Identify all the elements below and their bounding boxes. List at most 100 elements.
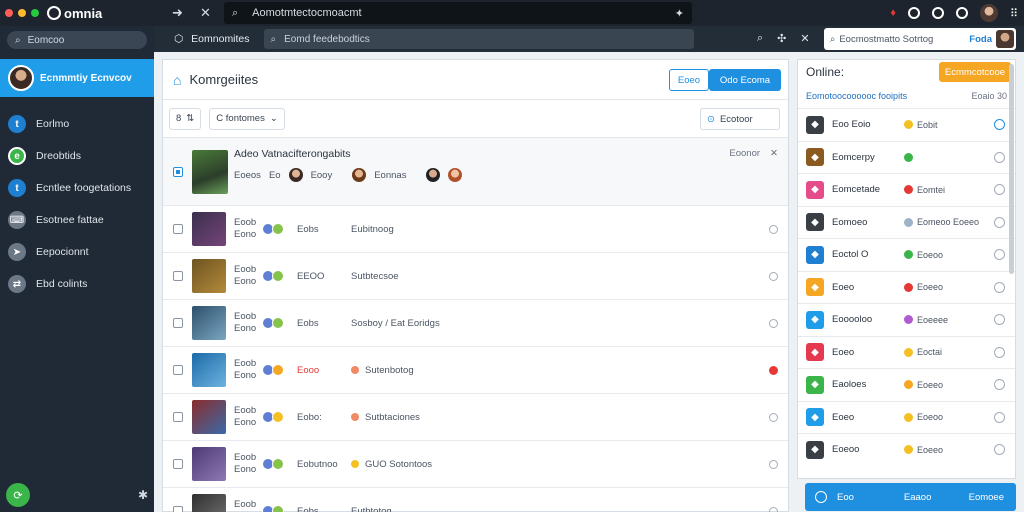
- gear-icon[interactable]: ✱: [138, 488, 148, 502]
- table-row[interactable]: Eoob Eono Eobs Sosboy / Eat Eoridgs: [163, 300, 788, 347]
- invite-button[interactable]: Foda: [969, 34, 992, 45]
- featured-row[interactable]: Adeo Vatnacifterongabits Eoeos Eo Eooy E…: [163, 138, 788, 206]
- row-tags: [262, 223, 284, 235]
- online-action-button[interactable]: Ecmmcotcooe: [939, 62, 1011, 82]
- home-icon[interactable]: ⌂: [173, 72, 181, 88]
- chevron-right-icon[interactable]: [994, 281, 1005, 293]
- secondary-button[interactable]: Eoeo: [669, 69, 709, 91]
- list-item[interactable]: ◆ Eoeo Eoeeo: [798, 270, 1015, 304]
- filter-dropdown[interactable]: C fontomes ⌄: [209, 107, 285, 130]
- list-item[interactable]: ◆ Eoeo Eoeoo: [798, 400, 1015, 434]
- primary-button[interactable]: Odo Ecoma: [709, 69, 781, 91]
- row-status-icon[interactable]: [769, 271, 778, 281]
- chevron-right-icon[interactable]: [994, 249, 1005, 261]
- footer-label-1[interactable]: Eoo: [837, 492, 854, 503]
- list-item[interactable]: ◆ Eooooloo Eoeeee: [798, 303, 1015, 336]
- chevron-right-icon[interactable]: [994, 216, 1005, 228]
- chevron-right-icon[interactable]: [994, 184, 1005, 196]
- chevron-right-icon[interactable]: [994, 314, 1005, 326]
- table-row[interactable]: Eoob Eono Eobo: Sutbtaciones: [163, 394, 788, 441]
- row-type: Eoob Eono: [234, 358, 256, 382]
- app-icon: ◆: [806, 408, 824, 427]
- list-item[interactable]: ◆ Eomcetade Eomtei: [798, 173, 1015, 206]
- status-dot: [351, 460, 359, 468]
- chevron-right-icon[interactable]: [994, 151, 1005, 163]
- list-item[interactable]: ◆ Eomcerpy: [798, 140, 1015, 174]
- footer-label-3[interactable]: Eomoee: [969, 492, 1004, 503]
- list-item[interactable]: ◆ Eaoloes Eoeeo: [798, 368, 1015, 401]
- list-item[interactable]: ◆ Eoeoo Eoeeo: [798, 433, 1015, 466]
- filter-count-chip[interactable]: 8 ⇅: [169, 107, 202, 130]
- maximize-window-dot[interactable]: [31, 9, 39, 17]
- table-row[interactable]: Eoob Eono Eobutnoo GUO Sotontoos: [163, 441, 788, 488]
- pin-icon[interactable]: ✣: [777, 32, 786, 45]
- sidebar-item[interactable]: t Eorlmo: [0, 108, 154, 140]
- online-subtitle[interactable]: Eomotoocoooooc fooipits: [806, 91, 907, 101]
- chevron-right-icon[interactable]: [994, 444, 1005, 456]
- row-status-icon[interactable]: [769, 318, 778, 328]
- scrollbar[interactable]: [1009, 64, 1014, 274]
- list-item-status-text: Eomeoo Eoeeo: [917, 217, 980, 228]
- chevron-right-icon[interactable]: [994, 411, 1005, 423]
- row-status-icon[interactable]: [769, 506, 778, 512]
- table-row[interactable]: Eoob Eono Eooo Sutenbotog: [163, 347, 788, 394]
- close-icon[interactable]: ✕: [200, 5, 211, 21]
- workspace-switcher[interactable]: ⬡ Eomnomites: [174, 33, 250, 45]
- close-window-dot[interactable]: [5, 9, 13, 17]
- row-status-icon[interactable]: [769, 365, 778, 375]
- row-status-icon[interactable]: [769, 412, 778, 422]
- sidebar-item[interactable]: ➤ Eepocionnt: [0, 236, 154, 268]
- search-icon[interactable]: ⌕: [757, 32, 763, 45]
- row-checkbox[interactable]: [173, 506, 183, 512]
- list-item[interactable]: ◆ Eomoeo Eomeoo Eoeeo: [798, 205, 1015, 239]
- invite-input[interactable]: ⌕ Eocmostmatto Sotrtog Foda: [824, 28, 1016, 50]
- url-bar[interactable]: ⌕ Aomotmtectocmoacmt ✦: [224, 2, 692, 24]
- grid-menu-icon[interactable]: ⠿: [1010, 7, 1018, 20]
- notification-icon[interactable]: ♦: [890, 7, 896, 19]
- keyboard-icon: ⌨: [8, 211, 26, 229]
- forward-arrow-icon[interactable]: ➜: [172, 5, 183, 21]
- list-item[interactable]: ◆ Eoo Eoio Eobit: [798, 108, 1015, 141]
- row-status-icon[interactable]: [769, 459, 778, 469]
- online-footer-bar[interactable]: Eoo Eaaoo Eomoee: [805, 483, 1016, 511]
- window-controls[interactable]: [5, 9, 39, 17]
- row-checkbox[interactable]: [173, 412, 183, 422]
- row-checkbox[interactable]: [173, 365, 183, 375]
- chevron-right-icon[interactable]: [994, 379, 1005, 391]
- footer-label-2[interactable]: Eaaoo: [904, 492, 931, 503]
- chevron-right-icon[interactable]: [994, 119, 1005, 131]
- filter-right-button[interactable]: ⊙ Ecotoor: [700, 108, 780, 130]
- settings-icon[interactable]: [955, 7, 968, 19]
- featured-meta: Eoeos Eo Eooy Eonnas: [234, 168, 463, 182]
- table-row[interactable]: Eoob Eono Eobs Eutbtotog: [163, 488, 788, 512]
- star-icon[interactable]: ✦: [675, 7, 684, 20]
- list-item[interactable]: ◆ Eoctol O Eoeoo: [798, 238, 1015, 271]
- row-checkbox[interactable]: [173, 166, 183, 177]
- sidebar-search[interactable]: ⌕ Eomcoo: [7, 31, 147, 49]
- sidebar-item[interactable]: ⌨ Esotnee fattae: [0, 204, 154, 236]
- row-checkbox[interactable]: [173, 318, 183, 328]
- table-row[interactable]: Eoob Eono Eobs Eubitnoog: [163, 206, 788, 253]
- compose-button[interactable]: ⟳: [6, 483, 30, 507]
- row-checkbox[interactable]: [173, 224, 183, 234]
- sidebar-footer: ⟳ ✱: [6, 483, 148, 507]
- online-panel: Online: Ecmmcotcooe Eomotoocoooooc fooip…: [797, 59, 1016, 479]
- sidebar-item[interactable]: e Dreobtids: [0, 140, 154, 172]
- row-checkbox[interactable]: [173, 459, 183, 469]
- minimize-window-dot[interactable]: [18, 9, 26, 17]
- status-icon[interactable]: [907, 7, 920, 19]
- table-row[interactable]: Eoob Eono EEOO Sutbtecsoe: [163, 253, 788, 300]
- list-item[interactable]: ◆ Eoeo Eoctai: [798, 335, 1015, 369]
- sync-icon[interactable]: [931, 7, 944, 19]
- row-status-icon[interactable]: [769, 224, 778, 234]
- list-item-name: Eoeo: [832, 282, 854, 293]
- close-icon[interactable]: ✕: [800, 32, 809, 45]
- sidebar-item[interactable]: ⇄ Ebd colints: [0, 268, 154, 300]
- close-icon[interactable]: ✕: [770, 148, 778, 159]
- sidebar-profile[interactable]: Ecnmmtiy Ecnvcov: [0, 59, 154, 97]
- toolbar-search[interactable]: ⌕ Eomd feedebodtics: [263, 29, 694, 49]
- sidebar-item[interactable]: t Ecntlee foogetations: [0, 172, 154, 204]
- row-checkbox[interactable]: [173, 271, 183, 281]
- chevron-right-icon[interactable]: [994, 346, 1005, 358]
- user-avatar[interactable]: [979, 4, 998, 22]
